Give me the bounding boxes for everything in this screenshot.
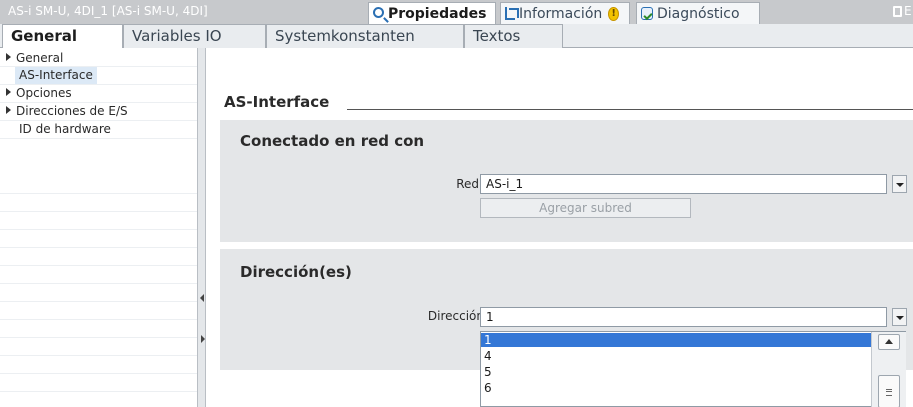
nav-separator [0, 319, 203, 320]
address-dropdown-button[interactable] [892, 308, 907, 326]
nav-separator [0, 391, 203, 392]
nav-item-opciones-label: Opciones [16, 86, 72, 100]
nav-separator [0, 301, 203, 302]
address-option[interactable]: 6 [481, 381, 871, 395]
expand-arrow-icon[interactable] [6, 53, 11, 61]
tab-general[interactable]: General [2, 24, 123, 49]
nav-item-opciones[interactable]: Opciones [6, 85, 72, 102]
address-group-title: Dirección(es) [240, 263, 352, 281]
nav-separator [0, 337, 203, 338]
nav-separator [0, 193, 203, 194]
nav-item-general-label: General [16, 51, 64, 65]
section-title: AS-Interface [224, 93, 330, 111]
tab-systemkonstanten[interactable]: Systemkonstanten [266, 24, 464, 48]
nav-item-id-hardware[interactable]: ID de hardware [19, 121, 111, 138]
property-navigation: General AS-Interface Opciones Direccione… [0, 48, 205, 407]
inspector-title-bar: AS-i SM-U, 4DI_1 [AS-i SM-U, 4DI] Propie… [0, 0, 913, 24]
magnifier-icon [373, 7, 384, 18]
tab-diagnostico[interactable]: Diagnóstico [636, 2, 760, 24]
add-subnet-button[interactable]: Agregar subred [480, 198, 691, 218]
nav-separator [0, 247, 203, 248]
address-option[interactable]: 4 [481, 349, 871, 363]
tab-informacion-label: Información [519, 5, 603, 22]
tab-diagnostico-label: Diagnóstico [657, 5, 740, 22]
tab-informacion[interactable]: Información ! [500, 2, 630, 24]
nav-separator [0, 138, 203, 139]
scrollbar-thumb[interactable] [878, 375, 900, 407]
nav-separator [0, 373, 203, 374]
options-scrollbar[interactable] [871, 332, 906, 407]
expand-arrow-icon[interactable] [6, 88, 11, 96]
nav-separator [0, 283, 203, 284]
red-select[interactable]: AS-i_1 [480, 174, 887, 194]
nav-item-as-interface[interactable]: AS-Interface [15, 67, 97, 84]
window-title: AS-i SM-U, 4DI_1 [AS-i SM-U, 4DI] [8, 4, 208, 18]
network-group-title: Conectado en red con [240, 132, 425, 150]
network-group: Conectado en red con Red AS-i_1 Agregar … [220, 120, 913, 242]
scroll-up-icon[interactable] [878, 334, 900, 350]
nav-item-direcciones[interactable]: Direcciones de E/S [6, 103, 128, 120]
address-option[interactable]: 1 [481, 333, 871, 347]
title-overflow-text: E [904, 4, 912, 18]
expand-right-icon[interactable] [201, 335, 205, 343]
navigation-splitter[interactable] [197, 48, 206, 407]
nav-item-direcciones-label: Direcciones de E/S [16, 104, 128, 118]
address-label: Dirección [427, 309, 484, 323]
address-options-list[interactable]: 1 4 5 6 [480, 331, 906, 407]
nav-separator [0, 355, 203, 356]
property-tab-row: General Variables IO Systemkonstanten Te… [0, 24, 913, 49]
section-divider [347, 109, 913, 110]
red-label: Red [456, 177, 479, 191]
address-option[interactable]: 5 [481, 365, 871, 379]
tab-textos[interactable]: Textos [464, 24, 563, 48]
diagnostics-icon [641, 7, 653, 20]
nav-item-general[interactable]: General [6, 50, 63, 67]
tab-propiedades-label: Propiedades [388, 5, 487, 22]
address-select[interactable]: 1 [480, 307, 887, 327]
nav-separator [0, 265, 203, 266]
warning-icon: ! [608, 6, 619, 21]
red-dropdown-button[interactable] [892, 175, 907, 193]
tab-propiedades[interactable]: Propiedades [368, 2, 496, 24]
dock-icon[interactable] [893, 6, 902, 17]
expand-arrow-icon[interactable] [6, 106, 11, 114]
nav-separator [0, 211, 203, 212]
info-icon [505, 7, 520, 20]
tab-variables-io[interactable]: Variables IO [123, 24, 266, 48]
nav-separator [0, 229, 203, 230]
collapse-left-icon[interactable] [200, 294, 204, 302]
